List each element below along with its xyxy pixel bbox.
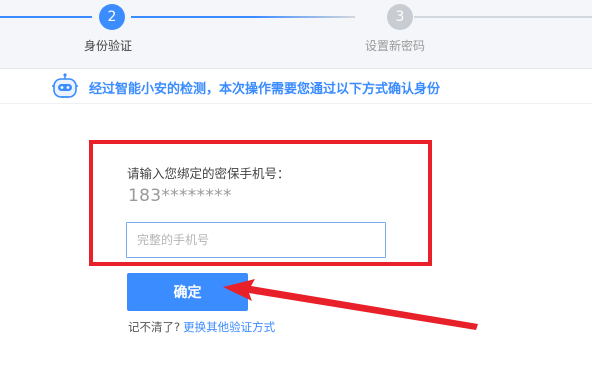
confirm-button[interactable]: 确定 [127,273,248,311]
progress-line-current [131,16,355,18]
step-3-circle: 3 [387,4,413,30]
forgot-row: 记不清了? 更换其他验证方式 [128,319,275,335]
switch-verify-method-link[interactable]: 更换其他验证方式 [183,320,275,334]
security-notice-bar: 经过智能小安的检测，本次操作需要您通过以下方式确认身份 [0,69,592,104]
step-3-label: 设置新密码 [365,39,426,53]
phone-prompt-label: 请输入您绑定的密保手机号： [127,166,290,181]
robot-icon [52,73,78,98]
phone-number-input[interactable] [126,222,386,258]
notice-text: 经过智能小安的检测，本次操作需要您通过以下方式确认身份 [89,82,441,97]
progress-stepper: 2 3 身份验证 设置新密码 [0,0,592,69]
step-2-circle: 2 [99,4,125,30]
masked-phone-number: 183******** [128,186,232,206]
progress-line-done [0,16,92,18]
step-2-label: 身份验证 [84,39,133,53]
progress-line-pending [414,16,592,18]
forgot-text: 记不清了? [128,320,181,334]
